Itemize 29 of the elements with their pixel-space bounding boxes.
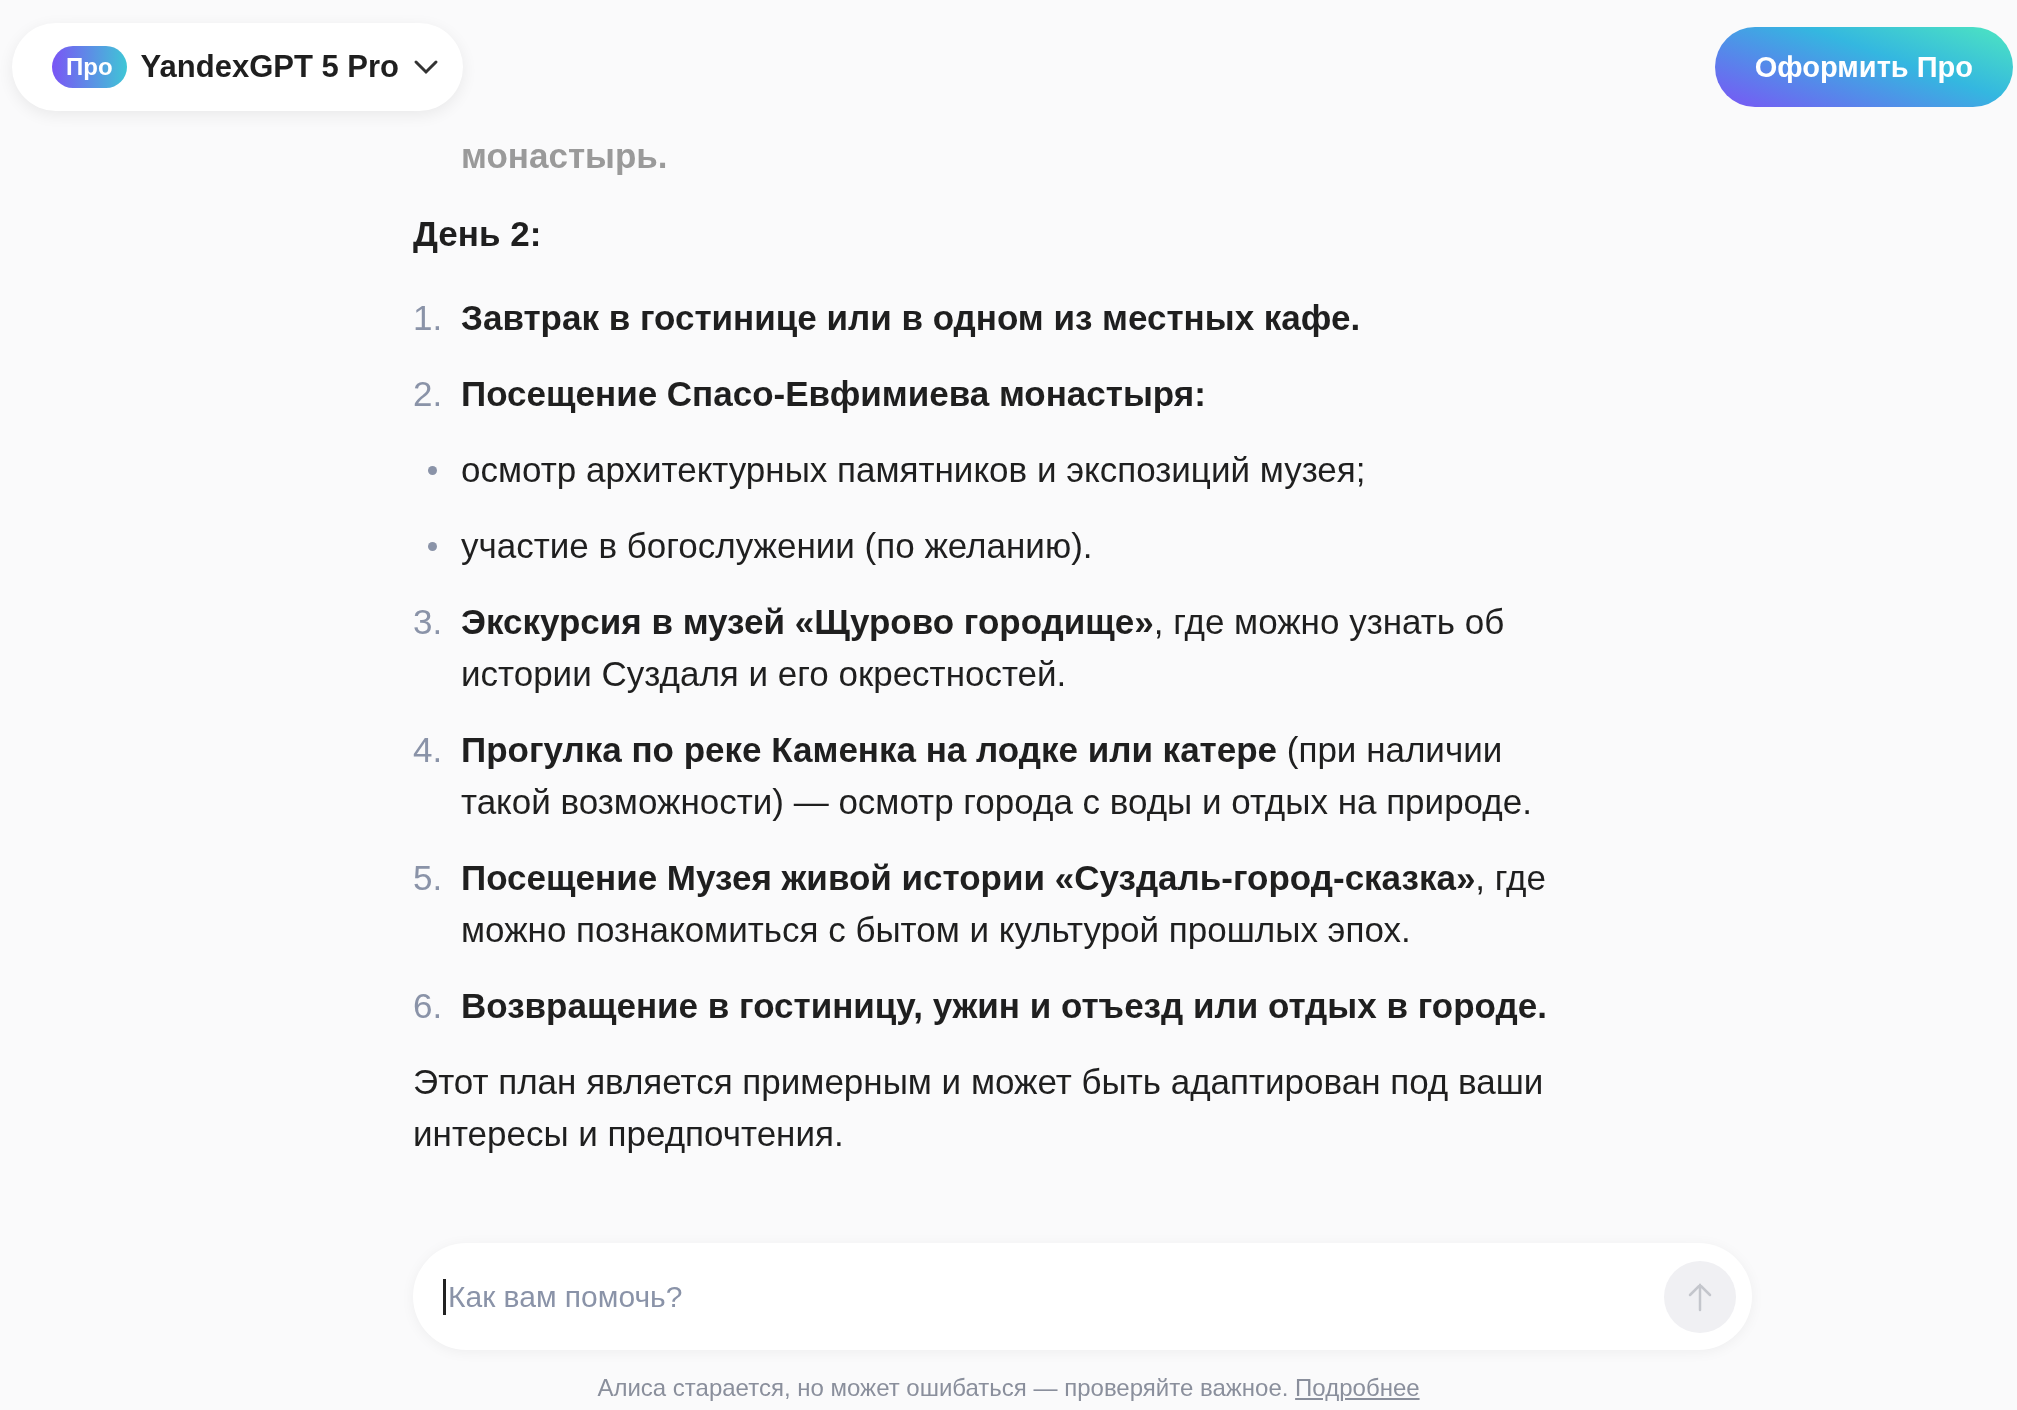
list-number: 3. bbox=[413, 601, 444, 643]
list-number: 1. bbox=[413, 297, 444, 339]
subscribe-button[interactable]: Оформить Про bbox=[1714, 27, 2013, 107]
message-input[interactable]: Как вам помочь? bbox=[443, 1278, 1664, 1315]
more-link[interactable]: Подробнее bbox=[1295, 1374, 1420, 1401]
list-number: 5. bbox=[413, 857, 444, 899]
message-text: Этот план является примерным и может быть адаптирован под ваши интересы и предпочтения. bbox=[413, 1061, 1545, 1155]
list-item-text: участие в богослужении (по желанию). bbox=[461, 525, 1093, 567]
chevron-down-icon bbox=[413, 59, 439, 75]
list-number: 4. bbox=[413, 729, 444, 771]
list-item-text: Завтрак в гостинице или в одном из местных кафе. bbox=[461, 297, 1361, 339]
model-selector[interactable]: Про YandexGPT 5 Pro bbox=[12, 23, 463, 111]
arrow-up-icon bbox=[1688, 1281, 1712, 1312]
list-item-text: Посещение Музея живой истории «Суздаль-город-сказка», где можно познакомиться с бытом и культурой прошлых эпох. bbox=[461, 857, 1547, 951]
list-item-text: Экскурсия в музей «Щурово городище», где можно узнать об истории Суздаля и его окрестностей. bbox=[461, 601, 1506, 695]
message-text: монастырь. bbox=[461, 135, 668, 177]
list-item-text: осмотр архитектурных памятников и экспозиций музея; bbox=[461, 449, 1366, 491]
pro-badge: Про bbox=[52, 46, 127, 88]
list-item-text: Посещение Спасо-Евфимиева монастыря: bbox=[461, 373, 1206, 415]
bullet-icon bbox=[428, 542, 437, 551]
section-heading: День 2: bbox=[413, 213, 543, 255]
disclaimer-text: Алиса старается, но может ошибаться — проверяйте важное. bbox=[597, 1374, 1289, 1401]
list-item-text: Прогулка по реке Каменка на лодке или катере (при наличии такой возможности) — осмотр города с воды и отдых на природе. bbox=[461, 729, 1533, 823]
list-number: 6. bbox=[413, 985, 444, 1027]
bullet-icon bbox=[428, 466, 437, 475]
list-number: 2. bbox=[413, 373, 444, 415]
list-item-text: Возвращение в гостиницу, ужин и отъезд или отдых в городе. bbox=[461, 985, 1547, 1027]
message-field[interactable]: Как вам помочь? bbox=[413, 1243, 1752, 1350]
model-name: YandexGPT 5 Pro bbox=[140, 49, 399, 85]
